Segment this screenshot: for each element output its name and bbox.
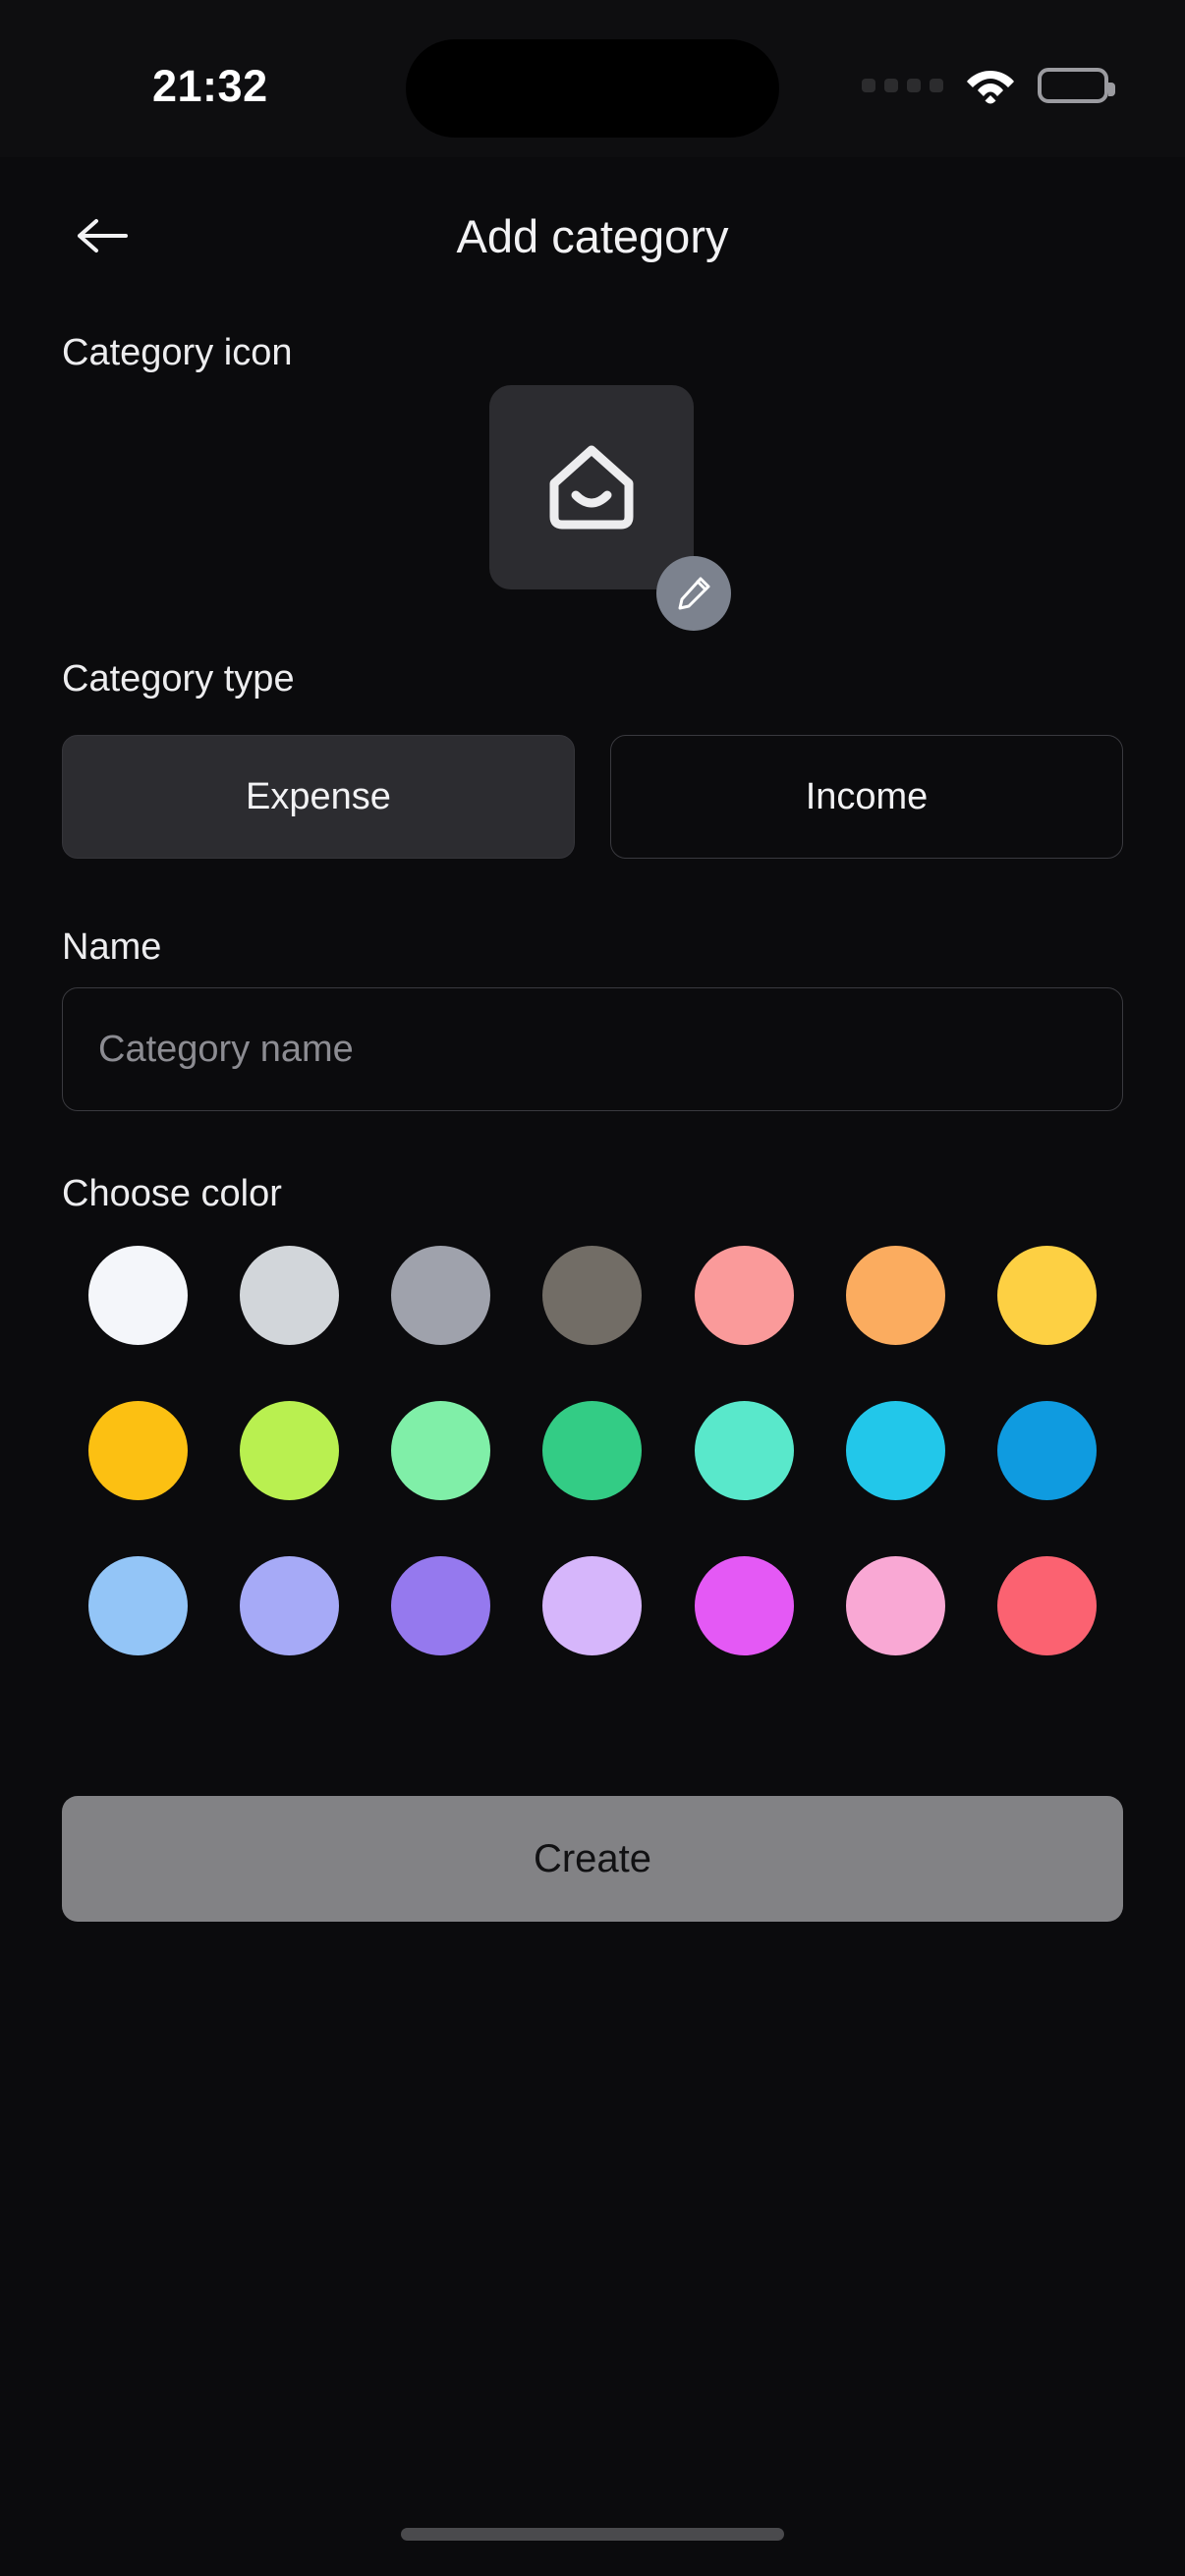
color-swatch[interactable]	[239, 1556, 339, 1655]
color-swatch[interactable]	[694, 1401, 794, 1500]
create-button-label: Create	[533, 1836, 652, 1880]
battery-full-icon	[1038, 68, 1115, 103]
type-option-income[interactable]: Income	[610, 735, 1123, 859]
signal-dots-icon	[862, 79, 943, 92]
type-option-expense-label: Expense	[246, 775, 391, 817]
color-swatch[interactable]	[87, 1246, 188, 1345]
color-swatch[interactable]	[997, 1246, 1098, 1345]
status-icons	[862, 67, 1115, 104]
home-icon	[549, 445, 634, 530]
color-swatch[interactable]	[87, 1401, 188, 1500]
color-swatch[interactable]	[542, 1401, 643, 1500]
color-swatch[interactable]	[694, 1556, 794, 1655]
color-swatch[interactable]	[542, 1556, 643, 1655]
category-name-input[interactable]	[98, 1028, 1087, 1071]
color-swatch[interactable]	[997, 1401, 1098, 1500]
color-swatch[interactable]	[391, 1401, 491, 1500]
color-swatch[interactable]	[391, 1246, 491, 1345]
notch	[406, 39, 779, 138]
pencil-icon	[678, 577, 710, 610]
page-title: Add category	[456, 209, 729, 262]
phone-screen: 21:32 Add category Category icon Categor…	[0, 0, 1185, 2576]
color-swatch[interactable]	[846, 1556, 946, 1655]
wifi-icon	[965, 67, 1016, 104]
color-swatch[interactable]	[391, 1556, 491, 1655]
color-swatch[interactable]	[542, 1246, 643, 1345]
home-indicator[interactable]	[401, 2528, 784, 2541]
status-time: 21:32	[152, 61, 268, 111]
color-swatch[interactable]	[87, 1556, 188, 1655]
category-type-label: Category type	[62, 658, 295, 700]
type-option-income-label: Income	[805, 775, 929, 817]
edit-icon-button[interactable]	[656, 556, 731, 631]
color-swatch[interactable]	[997, 1556, 1098, 1655]
color-swatch[interactable]	[694, 1246, 794, 1345]
category-icon-label: Category icon	[62, 332, 293, 373]
color-swatch-grid	[62, 1246, 1123, 1655]
color-swatch[interactable]	[846, 1401, 946, 1500]
status-bar: 21:32	[0, 0, 1185, 157]
name-label: Name	[62, 926, 162, 968]
color-swatch[interactable]	[239, 1401, 339, 1500]
create-button[interactable]: Create	[62, 1796, 1123, 1922]
choose-color-label: Choose color	[62, 1173, 282, 1214]
name-field-wrapper[interactable]	[62, 987, 1123, 1111]
app-header: Add category	[0, 177, 1185, 295]
type-option-expense[interactable]: Expense	[62, 735, 575, 859]
color-swatch[interactable]	[239, 1246, 339, 1345]
color-swatch[interactable]	[846, 1246, 946, 1345]
category-type-group: Expense Income	[62, 735, 1123, 859]
category-icon-tile[interactable]	[489, 385, 694, 589]
